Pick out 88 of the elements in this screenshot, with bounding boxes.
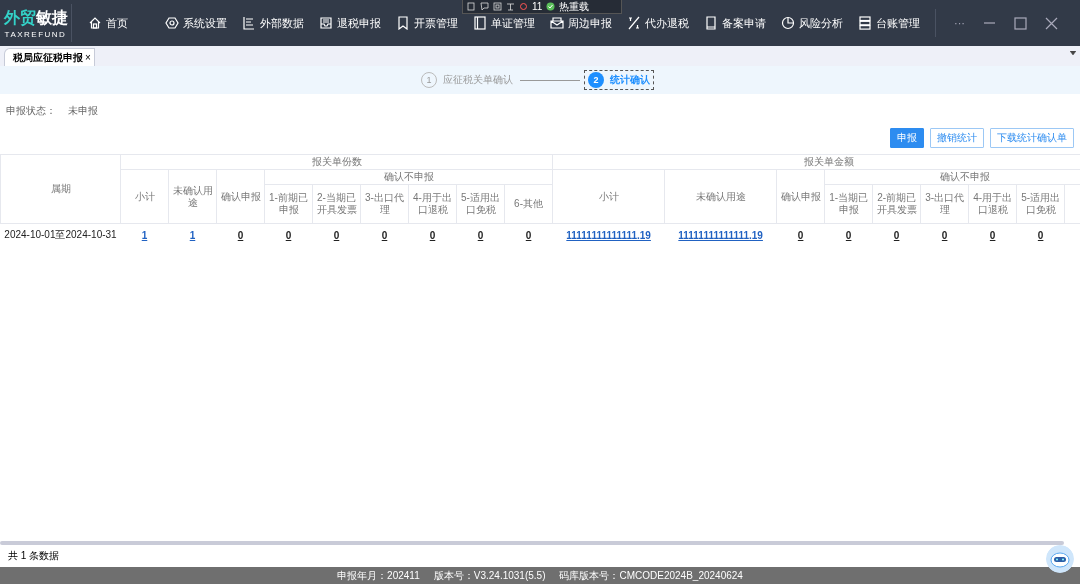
table-cell: 0 — [333, 229, 340, 241]
table-cell: 0 — [429, 229, 436, 241]
column-header: 5-适用出口免税 — [1016, 184, 1065, 224]
more-button[interactable]: ··· — [954, 17, 965, 29]
nav-item[interactable]: 外部数据 — [242, 15, 319, 31]
document-icon — [473, 16, 487, 30]
table-cell: 0 — [525, 229, 532, 241]
table-cell: 0 — [941, 229, 948, 241]
percent-icon — [627, 16, 641, 30]
home-icon — [88, 16, 102, 30]
inbox-icon — [319, 16, 333, 30]
bookmark-icon — [396, 16, 410, 30]
nav-item[interactable]: 开票管理 — [396, 15, 473, 31]
pie-chart-icon — [781, 16, 795, 30]
app-subtitle: TAXREFUND — [4, 29, 67, 39]
column-header: 小计 — [552, 169, 665, 224]
nav-item[interactable]: 风险分析 — [781, 15, 858, 31]
nav-item[interactable]: 首页 — [88, 15, 165, 31]
cell-link[interactable]: 1 — [141, 229, 148, 241]
column-header: 未确认用途 — [168, 169, 217, 224]
nav-item[interactable]: 系统设置 — [165, 15, 242, 31]
maximize-icon[interactable] — [1014, 16, 1027, 30]
column-header: 确认申报 — [216, 169, 265, 224]
toolbar-label[interactable]: 热重载 — [559, 0, 590, 14]
status-value: 未申报 — [68, 104, 98, 118]
chat-icon[interactable] — [480, 2, 489, 11]
nav-item[interactable]: 代办退税 — [627, 15, 704, 31]
settings-icon — [165, 16, 179, 30]
close-icon[interactable] — [1045, 16, 1058, 30]
column-header: 确认申报 — [776, 169, 825, 224]
status-text: 申报年月：202411 — [337, 568, 420, 583]
column-header: 确认不申报 — [824, 169, 1080, 185]
table-cell: 0 — [845, 229, 852, 241]
column-header: 未确认用途 — [664, 169, 777, 224]
column-header: 确认不申报 — [264, 169, 553, 185]
table-cell: 0 — [989, 229, 996, 241]
table-cell: 0 — [1037, 229, 1044, 241]
table-cell: 2024-10-01至2024-10-31 — [4, 229, 117, 240]
book-icon — [704, 16, 718, 30]
status-text: 码库版本号：CMCODE2024B_20240624 — [559, 568, 743, 583]
scrollbar[interactable] — [0, 541, 1064, 545]
check-icon — [546, 2, 556, 11]
column-header: 1-当期已申报 — [824, 184, 873, 224]
column-header: 属期 — [0, 154, 121, 224]
nav-item[interactable]: 退税申报 — [319, 15, 396, 31]
column-header: 2-前期已开具发票 — [872, 184, 921, 224]
column-header: 小计 — [120, 169, 169, 224]
nav-item[interactable]: 台账管理 — [858, 15, 935, 31]
table-cell: 0 — [381, 229, 388, 241]
record-count: 共 1 条数据 — [8, 549, 60, 563]
column-header: 报关单金额 — [552, 154, 1080, 170]
nav-item[interactable]: 备案申请 — [704, 15, 781, 31]
table-cell: 0 — [237, 229, 244, 241]
status-text: 版本号：V3.24.1031(5.5) — [433, 568, 546, 583]
cell-link[interactable]: 11111111111111.19 — [566, 229, 651, 241]
database-icon — [858, 16, 872, 30]
action-button[interactable]: 撤销统计 — [930, 128, 984, 148]
close-button[interactable]: × — [85, 52, 91, 63]
table-cell: 0 — [797, 229, 804, 241]
step-label: 应征税关单确认 — [443, 73, 513, 87]
bug-icon — [519, 2, 528, 11]
tab[interactable]: 税局应征税申报 × — [4, 48, 95, 66]
square-icon[interactable] — [493, 2, 502, 11]
table-cell: 0 — [893, 229, 900, 241]
action-button[interactable]: 下载统计确认单 — [990, 128, 1074, 148]
column-header: 3-出口代理 — [920, 184, 969, 224]
nav-item[interactable]: 周边申报 — [550, 15, 627, 31]
document-icon[interactable] — [467, 2, 476, 11]
column-header: 4-用于出口退税 — [408, 184, 457, 224]
column-header: 5-适用出口免税 — [456, 184, 505, 224]
cell-link[interactable]: 11111111111111.19 — [678, 229, 763, 241]
cell-link[interactable]: 1 — [189, 229, 196, 241]
list-icon — [242, 16, 256, 30]
nav-item[interactable]: 单证管理 — [473, 15, 550, 31]
mail-icon — [550, 16, 564, 30]
error-count: 11 — [532, 1, 543, 12]
column-header: 3-出口代理 — [360, 184, 409, 224]
column-header: 1-前期已申报 — [264, 184, 313, 224]
table-cell: 0 — [285, 229, 292, 241]
status-label: 申报状态： — [6, 104, 56, 118]
column-header: 2-当期已开具发票 — [312, 184, 361, 224]
step-number: 2 — [588, 72, 604, 88]
column-header: 报关单份数 — [120, 154, 553, 170]
step-label: 统计确认 — [610, 73, 650, 87]
column-header: 4-用于出口退税 — [968, 184, 1017, 224]
table-cell: 0 — [477, 229, 484, 241]
app-logo: 外贸敏捷 — [3, 7, 68, 29]
dropdown-icon[interactable] — [1070, 51, 1076, 55]
